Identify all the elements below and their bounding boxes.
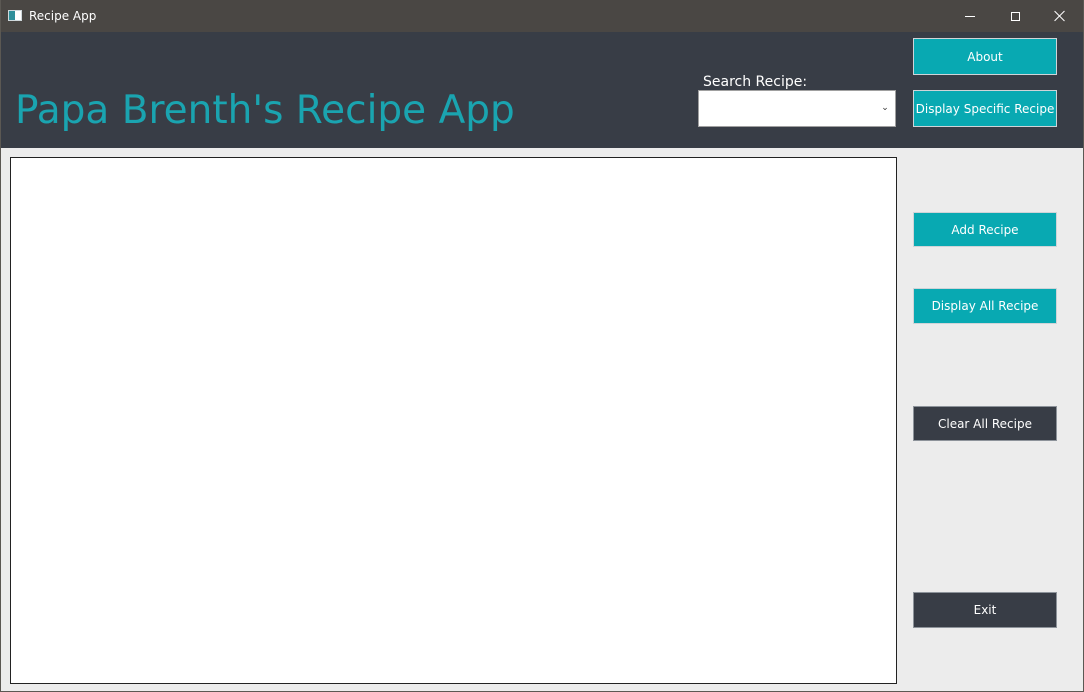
minimize-icon [965,15,975,17]
search-recipe-dropdown[interactable]: ⌄ [698,90,896,127]
window-title: Recipe App [29,9,97,23]
minimize-button[interactable] [947,0,993,32]
recipe-app-window: Recipe App Papa Brenth's Recipe App Sear… [0,0,1084,692]
app-title: Papa Brenth's Recipe App [15,88,515,133]
chevron-down-icon: ⌄ [881,103,889,113]
exit-button[interactable]: Exit [913,592,1057,628]
add-recipe-button[interactable]: Add Recipe [913,212,1057,247]
display-all-recipe-button[interactable]: Display All Recipe [913,288,1057,324]
display-specific-recipe-button[interactable]: Display Specific Recipe [913,90,1057,127]
app-window-icon [8,10,22,21]
maximize-button[interactable] [992,0,1038,32]
clear-all-recipe-button[interactable]: Clear All Recipe [913,406,1057,441]
recipe-display-area[interactable] [10,157,897,684]
close-button[interactable] [1037,0,1083,32]
search-recipe-label: Search Recipe: [703,74,808,90]
title-bar[interactable]: Recipe App [1,0,1083,32]
about-button[interactable]: About [913,38,1057,75]
maximize-icon [1010,11,1020,21]
close-icon [1054,10,1066,22]
